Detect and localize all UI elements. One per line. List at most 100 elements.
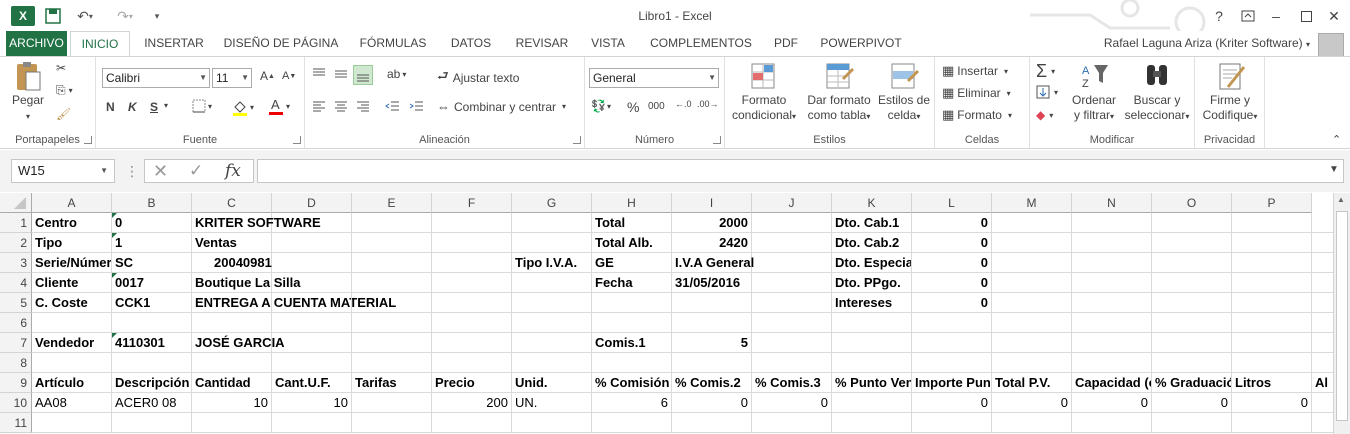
cell-l5[interactable]: 0 (912, 293, 992, 313)
decrease-decimal-icon[interactable]: .00→ (697, 99, 719, 109)
cell-m3[interactable] (992, 253, 1072, 273)
cell-k8[interactable] (832, 353, 912, 373)
cell-l9[interactable]: Importe Punto Venta (912, 373, 992, 393)
cell-l10[interactable]: 0 (912, 393, 992, 413)
cell-n8[interactable] (1072, 353, 1152, 373)
row-header-11[interactable]: 11 (0, 413, 32, 433)
row-header-10[interactable]: 10 (0, 393, 32, 413)
cell-j2[interactable] (752, 233, 832, 253)
cell-f7[interactable] (432, 333, 512, 353)
cell-g11[interactable] (512, 413, 592, 433)
wrap-text-button[interactable]: ⮐ Ajustar texto (437, 67, 519, 89)
cell-l3[interactable]: 0 (912, 253, 992, 273)
increase-decimal-icon[interactable]: ←.0 (675, 99, 692, 109)
format-painter-icon[interactable]: 🖌 (56, 107, 71, 121)
cell-f6[interactable] (432, 313, 512, 333)
cell-d5[interactable] (272, 293, 352, 313)
cell-g9[interactable]: Unid. (512, 373, 592, 393)
cell-c10[interactable]: 10 (192, 393, 272, 413)
align-middle-icon[interactable] (333, 67, 349, 81)
cancel-entry-icon[interactable]: ✕ (153, 161, 168, 182)
cell-f5[interactable] (432, 293, 512, 313)
cell-g1[interactable] (512, 213, 592, 233)
cell-o1[interactable] (1152, 213, 1232, 233)
formula-input[interactable] (257, 159, 1344, 183)
cell-g6[interactable] (512, 313, 592, 333)
number-launcher-icon[interactable] (713, 136, 721, 144)
column-header-f[interactable]: F (432, 193, 512, 213)
cell-b3[interactable]: SC (112, 253, 192, 273)
cell-i4[interactable]: 31/05/2016 (672, 273, 752, 293)
align-left-icon[interactable] (311, 99, 327, 113)
cell-l8[interactable] (912, 353, 992, 373)
row-header-3[interactable]: 3 (0, 253, 32, 273)
select-all-corner[interactable] (0, 193, 32, 213)
row-header-5[interactable]: 5 (0, 293, 32, 313)
cell-b4[interactable]: 0017 (112, 273, 192, 293)
cell-d7[interactable] (272, 333, 352, 353)
cell-c3[interactable]: 20040981 (192, 253, 272, 273)
fill-color-icon[interactable]: ▾ (232, 99, 254, 116)
row-header-6[interactable]: 6 (0, 313, 32, 333)
expand-formula-bar-icon[interactable]: ▼ (1329, 164, 1339, 175)
cell-o4[interactable] (1152, 273, 1232, 293)
cell-l2[interactable]: 0 (912, 233, 992, 253)
cell-b10[interactable]: ACER0 08 (112, 393, 192, 413)
scroll-up-icon[interactable]: ▲ (1337, 195, 1345, 204)
ribbon-display-options-icon[interactable] (1234, 5, 1262, 27)
cell-k7[interactable] (832, 333, 912, 353)
row-header-1[interactable]: 1 (0, 213, 32, 233)
cell-m8[interactable] (992, 353, 1072, 373)
underline-dropdown-icon[interactable]: ▾ (164, 101, 168, 110)
cell-c4[interactable]: Boutique La Silla (192, 273, 300, 293)
cell-i7[interactable]: 5 (672, 333, 752, 353)
cell-k2[interactable]: Dto. Cab.2 (832, 233, 912, 253)
cell-c7[interactable]: JOSÉ GARCIA (192, 333, 285, 353)
cell-d10[interactable]: 10 (272, 393, 352, 413)
confirm-entry-icon[interactable]: ✓ (189, 161, 203, 181)
cell-a10[interactable]: AA08 (32, 393, 112, 413)
font-color-icon[interactable]: A ▾ (268, 97, 290, 116)
cell-e2[interactable] (352, 233, 432, 253)
column-header-o[interactable]: O (1152, 193, 1232, 213)
cell-c6[interactable] (192, 313, 272, 333)
cell-o7[interactable] (1152, 333, 1232, 353)
cell-c5[interactable]: ENTREGA A CUENTA MATERIAL (192, 293, 396, 313)
tab-archivo[interactable]: ARCHIVO (6, 31, 67, 56)
tab-diseno-pagina[interactable]: DISEÑO DE PÁGINA (222, 31, 340, 56)
cell-m11[interactable] (992, 413, 1072, 433)
cell-k6[interactable] (832, 313, 912, 333)
font-launcher-icon[interactable] (293, 136, 301, 144)
cell-k11[interactable] (832, 413, 912, 433)
cell-a3[interactable]: Serie/Número (32, 253, 112, 273)
clear-icon[interactable]: ◆ ▾ (1036, 108, 1053, 122)
cell-a9[interactable]: Artículo (32, 373, 112, 393)
vertical-scrollbar[interactable]: ▲ (1333, 193, 1350, 434)
cell-a7[interactable]: Vendedor (32, 333, 112, 353)
cell-a2[interactable]: Tipo (32, 233, 112, 253)
align-right-icon[interactable] (355, 99, 371, 113)
cell-f2[interactable] (432, 233, 512, 253)
sort-filter-button[interactable]: AZ Ordenar y filtrar▾ (1066, 61, 1122, 124)
insert-function-button[interactable]: fx (225, 161, 241, 181)
collapse-ribbon-icon[interactable]: ⌃ (1332, 133, 1341, 146)
underline-button[interactable]: S (150, 100, 158, 114)
cell-c2[interactable]: Ventas (192, 233, 272, 253)
row-header-7[interactable]: 7 (0, 333, 32, 353)
cell-h11[interactable] (592, 413, 672, 433)
bold-button[interactable]: N (106, 100, 115, 114)
cell-b2[interactable]: 1 (112, 233, 192, 253)
cell-d2[interactable] (272, 233, 352, 253)
copy-icon[interactable]: ⎘ ▾ (56, 83, 73, 98)
cell-c8[interactable] (192, 353, 272, 373)
cell-j10[interactable]: 0 (752, 393, 832, 413)
column-header-b[interactable]: B (112, 193, 192, 213)
cell-j1[interactable] (752, 213, 832, 233)
cell-i9[interactable]: % Comis.2 (672, 373, 752, 393)
cell-p9[interactable]: Litros (1232, 373, 1312, 393)
insert-cells-button[interactable]: ▦ Insertar ▾ (942, 63, 1008, 79)
cell-d4[interactable] (272, 273, 352, 293)
cell-h1[interactable]: Total (592, 213, 672, 233)
cell-n7[interactable] (1072, 333, 1152, 353)
cell-n2[interactable] (1072, 233, 1152, 253)
